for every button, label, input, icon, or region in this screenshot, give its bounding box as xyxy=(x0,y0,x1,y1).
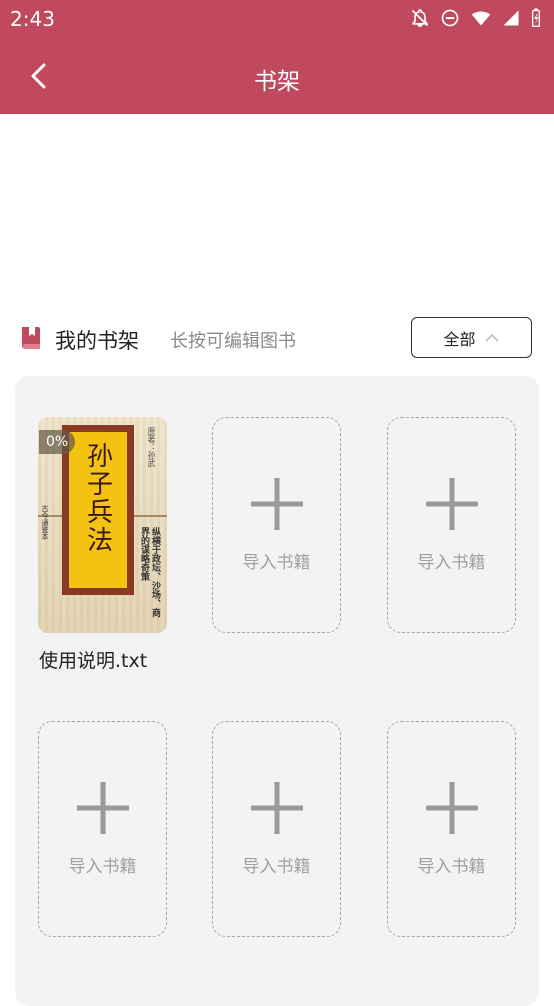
status-icons xyxy=(410,8,542,28)
import-book-slot[interactable]: 导入书籍 xyxy=(212,721,341,937)
signal-icon xyxy=(503,10,519,26)
plus-icon xyxy=(251,478,303,530)
import-book-slot[interactable]: 导入书籍 xyxy=(38,721,167,937)
plus-icon xyxy=(251,782,303,834)
import-book-slot[interactable]: 导入书籍 xyxy=(212,417,341,633)
filter-label: 全部 xyxy=(443,329,476,349)
notifications-off-icon xyxy=(411,9,429,28)
import-book-slot[interactable]: 导入书籍 xyxy=(387,417,516,633)
import-book-label: 导入书籍 xyxy=(417,553,486,573)
status-bar: 2:43 xyxy=(0,0,554,38)
filter-dropdown[interactable]: 全部 xyxy=(411,317,532,358)
shelf-hint: 长按可编辑图书 xyxy=(170,331,296,352)
wifi-icon xyxy=(471,11,491,26)
shelf-header: 我的书架 长按可编辑图书 全部 xyxy=(0,316,554,362)
book-cover[interactable]: 孙子兵法 古今通鉴本 原著：孙武 纵横于政坛、沙场、商界的谋略奇策 0% xyxy=(38,417,167,633)
book-title: 使用说明.txt xyxy=(39,650,148,672)
cover-blurb: 纵横于政坛、沙场、商界的谋略奇策 xyxy=(139,527,160,617)
plus-icon xyxy=(426,478,478,530)
cover-author: 原著：孙武 xyxy=(147,427,156,467)
book-icon xyxy=(22,327,40,349)
battery-icon xyxy=(532,8,540,27)
import-book-slot[interactable]: 导入书籍 xyxy=(387,721,516,937)
plus-icon xyxy=(77,782,129,834)
import-book-label: 导入书籍 xyxy=(417,857,486,877)
import-book-label: 导入书籍 xyxy=(242,553,311,573)
import-book-label: 导入书籍 xyxy=(242,857,311,877)
do-not-disturb-icon xyxy=(441,9,459,27)
plus-icon xyxy=(426,782,478,834)
book-item[interactable]: 孙子兵法 古今通鉴本 原著：孙武 纵横于政坛、沙场、商界的谋略奇策 0% xyxy=(38,417,167,633)
status-time: 2:43 xyxy=(10,7,55,31)
chevron-up-icon xyxy=(484,333,499,342)
progress-badge: 0% xyxy=(39,430,76,454)
app-bar: 书架 xyxy=(0,38,554,114)
page-title: 书架 xyxy=(254,69,300,95)
import-book-label: 导入书籍 xyxy=(68,857,137,877)
shelf-title: 我的书架 xyxy=(55,329,139,353)
cover-subtitle: 古今通鉴本 xyxy=(41,505,49,540)
cover-title: 孙子兵法 xyxy=(82,442,113,554)
